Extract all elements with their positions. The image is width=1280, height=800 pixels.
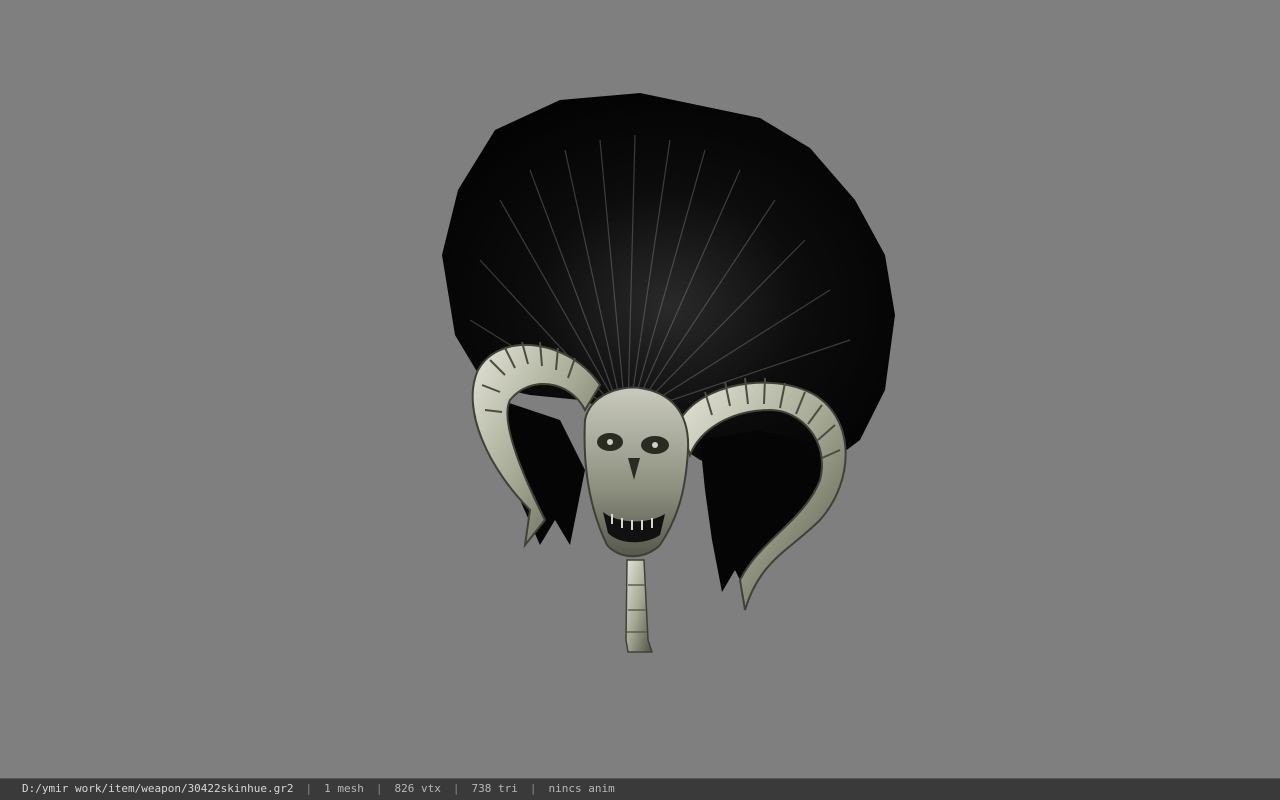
model-render <box>442 93 895 653</box>
status-triangle-count: 738 tri <box>471 782 518 795</box>
status-separator: | <box>529 782 537 795</box>
status-separator: | <box>452 782 460 795</box>
status-anim-state: nincs anim <box>548 782 615 795</box>
status-bar: D:/ymir work/item/weapon/30422skinhue.gr… <box>0 778 1280 800</box>
status-vertex-count: 826 vtx <box>394 782 441 795</box>
status-separator: | <box>305 782 313 795</box>
weapon-handle <box>625 559 654 653</box>
status-separator: | <box>375 782 383 795</box>
status-file-path: D:/ymir work/item/weapon/30422skinhue.gr… <box>22 782 294 795</box>
3d-viewport[interactable] <box>0 0 1280 778</box>
status-mesh-count: 1 mesh <box>324 782 364 795</box>
